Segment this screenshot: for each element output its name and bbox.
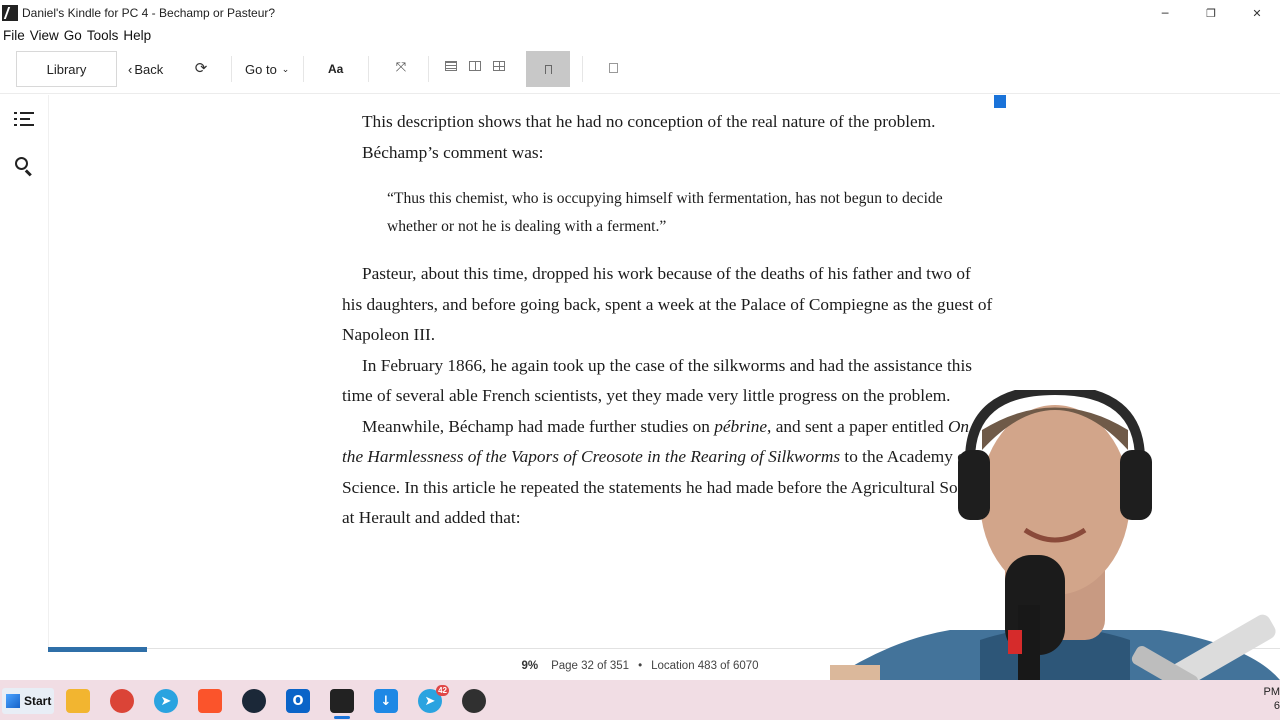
toolbar-divider [303, 56, 304, 82]
clock-line: PM [1263, 686, 1280, 698]
book-paragraph: This description shows that he had no co… [362, 112, 936, 131]
book-blockquote: “Thus this chemist, who is occupying him… [387, 190, 943, 235]
fullscreen-icon[interactable]: ⤧ [393, 59, 409, 75]
title-bar: Daniel's Kindle for PC 4 - Bechamp or Pa… [0, 0, 1280, 26]
windows-logo-icon [6, 694, 20, 708]
menu-file[interactable]: File [3, 28, 25, 43]
toolbar-divider [428, 56, 429, 82]
system-clock[interactable]: PM 6 [1248, 685, 1280, 713]
taskbar-telegram-icon[interactable]: ➤ [154, 689, 178, 713]
italic-term: pébrine [714, 416, 768, 436]
menu-bar: File View Go Tools Help [0, 26, 156, 44]
start-button[interactable]: Start [2, 688, 54, 714]
toolbar-divider [368, 56, 369, 82]
close-button[interactable]: ✕ [1234, 0, 1280, 26]
notebook-icon[interactable] [609, 63, 618, 73]
kindle-logo-icon [2, 5, 18, 21]
bookmark-icon [544, 64, 552, 74]
library-button[interactable]: Library [16, 51, 117, 87]
menu-view[interactable]: View [30, 28, 59, 43]
window-controls: ─ ❐ ✕ [1142, 0, 1280, 26]
table-of-contents-icon[interactable] [14, 111, 34, 127]
taskbar-brave-icon[interactable] [198, 689, 222, 713]
taskbar-telegram-2-icon[interactable]: ➤ 42 [418, 685, 449, 713]
progress-percent: 9% [521, 660, 539, 672]
taskbar-downloader-icon[interactable]: ↓ [374, 689, 398, 713]
notification-badge: 42 [436, 685, 449, 696]
toolbar-divider [582, 56, 583, 82]
grid-view-icon[interactable] [493, 61, 505, 71]
book-paragraph: Pasteur, about this time, dropped his wo… [342, 264, 993, 344]
taskbar-obs-icon[interactable] [462, 689, 486, 713]
bookmark-button[interactable] [526, 51, 570, 87]
reading-progress-fill [48, 647, 147, 652]
font-settings-button[interactable]: Aa [328, 51, 343, 87]
sidebar-divider [48, 95, 49, 650]
taskbar-chrome-icon[interactable] [110, 689, 134, 713]
active-app-indicator [334, 716, 350, 719]
sync-icon[interactable]: ⟳ [192, 59, 210, 77]
minimize-button[interactable]: ─ [1142, 0, 1188, 26]
window-title: Daniel's Kindle for PC 4 - Bechamp or Pa… [22, 6, 276, 20]
taskbar-file-explorer-icon[interactable] [66, 689, 90, 713]
goto-label: Go to [245, 61, 277, 77]
two-column-view-icon[interactable] [469, 61, 481, 71]
chevron-left-icon: ‹ [128, 61, 133, 77]
taskbar [0, 680, 1280, 720]
search-icon[interactable] [15, 157, 33, 177]
menu-go[interactable]: Go [64, 28, 82, 43]
book-paragraph: Béchamp’s comment was: [362, 142, 544, 162]
toolbar-divider [231, 56, 232, 82]
text-run: Meanwhile, Béchamp had made further stud… [362, 416, 715, 436]
restore-button[interactable]: ❐ [1188, 0, 1234, 26]
taskbar-outlook-icon[interactable]: O [286, 689, 310, 713]
bookmark-corner-marker[interactable] [994, 95, 1006, 108]
chevron-down-icon: ⌄ [281, 63, 290, 74]
page-indicator: Page 32 of 351 [551, 660, 630, 672]
menu-help[interactable]: Help [123, 28, 151, 43]
taskbar-kindle-icon[interactable] [330, 689, 354, 713]
location-indicator[interactable]: Location 483 of 6070 [651, 660, 758, 672]
back-label: Back [134, 61, 164, 77]
single-column-view-icon[interactable] [445, 61, 457, 71]
menu-tools[interactable]: Tools [87, 28, 119, 43]
start-label: Start [24, 694, 52, 708]
status-separator: • [638, 660, 643, 672]
webcam-overlay [830, 390, 1280, 720]
back-button[interactable]: ‹ Back [128, 51, 163, 87]
taskbar-steam-icon[interactable] [242, 689, 266, 713]
toolbar: Library ‹ Back ⟳ Go to ⌄ Aa ⤧ [0, 46, 1280, 94]
clock-line: 6 [1273, 700, 1280, 712]
goto-button[interactable]: Go to ⌄ [245, 51, 289, 87]
